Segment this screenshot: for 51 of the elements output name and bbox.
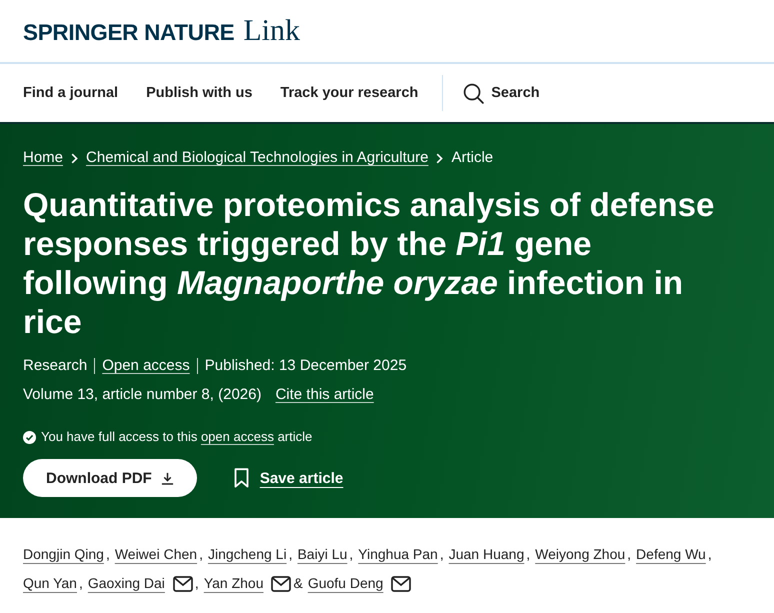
bookmark-icon	[234, 468, 249, 488]
article-meta-text: Published: 13 December 2025	[204, 356, 407, 376]
author-separator: ,	[708, 545, 712, 564]
author-separator: ,	[106, 545, 110, 564]
author-link[interactable]: Weiyong Zhou	[535, 540, 626, 569]
author-separator: ,	[627, 545, 632, 564]
download-icon	[160, 472, 174, 484]
author-link[interactable]: Jingcheng Li	[208, 540, 287, 569]
author-link[interactable]: Yan Zhou	[204, 569, 264, 598]
breadcrumb-link[interactable]: Chemical and Biological Technologies in Agriculture	[86, 148, 428, 168]
search-icon	[463, 82, 484, 104]
nav-link[interactable]: Publish with us	[146, 85, 252, 101]
author-separator: &	[293, 574, 303, 593]
brand-wordmark[interactable]: SPRINGER NATURE	[23, 22, 234, 44]
author-separator: ,	[78, 574, 83, 593]
author-link[interactable]: Guofu Deng	[308, 569, 384, 598]
envelope-icon[interactable]	[391, 576, 412, 592]
search-button[interactable]: Search	[463, 82, 540, 104]
author-link[interactable]: Yinghua Pan	[358, 540, 438, 569]
nav-link[interactable]: Find a journal	[23, 85, 118, 101]
citation-text: Volume 13, article number 8, (2026)	[23, 385, 262, 405]
author-link[interactable]: Juan Huang	[448, 540, 524, 569]
article-meta-text: Research	[23, 356, 88, 376]
save-article-button[interactable]: Save article	[234, 468, 344, 488]
author-separator: ,	[199, 545, 203, 564]
author-separator: ,	[440, 545, 444, 564]
chevron-icon	[71, 152, 78, 164]
author-separator: ,	[349, 545, 354, 564]
open-access-link[interactable]: open access	[200, 429, 274, 444]
breadcrumb-current: Article	[451, 148, 494, 168]
article-meta-link[interactable]: Open access	[102, 355, 190, 377]
envelope-icon[interactable]	[271, 576, 292, 592]
nav-link[interactable]: Track your research	[280, 85, 418, 101]
author-separator: ,	[194, 574, 199, 593]
access-notice: You have full access to this open access article	[41, 428, 312, 446]
product-name[interactable]: Link	[243, 16, 300, 46]
author-link[interactable]: Defeng Wu	[636, 540, 706, 569]
article-title: Quantitative proteomics analysis of defense responses triggered by the Pi1 gene following Magnaporthe oryzae infection in rice	[23, 185, 716, 341]
author-link[interactable]: Qun Yan	[23, 569, 77, 598]
author-link[interactable]: Baiyi Lu	[297, 540, 348, 569]
chevron-icon	[436, 152, 444, 164]
breadcrumb-link[interactable]: Home	[23, 148, 64, 168]
author-link[interactable]: Dongjin Qing	[23, 540, 104, 569]
author-separator: ,	[288, 545, 292, 564]
author-link[interactable]: Weiwei Chen	[114, 540, 198, 569]
author-separator: ,	[526, 545, 530, 564]
check-circle-icon	[23, 430, 36, 444]
envelope-icon[interactable]	[172, 576, 193, 592]
cite-link[interactable]: Cite this article	[275, 384, 374, 406]
author-link[interactable]: Gaoxing Dai	[88, 569, 165, 598]
download-pdf-button[interactable]: Download PDF	[23, 459, 197, 497]
